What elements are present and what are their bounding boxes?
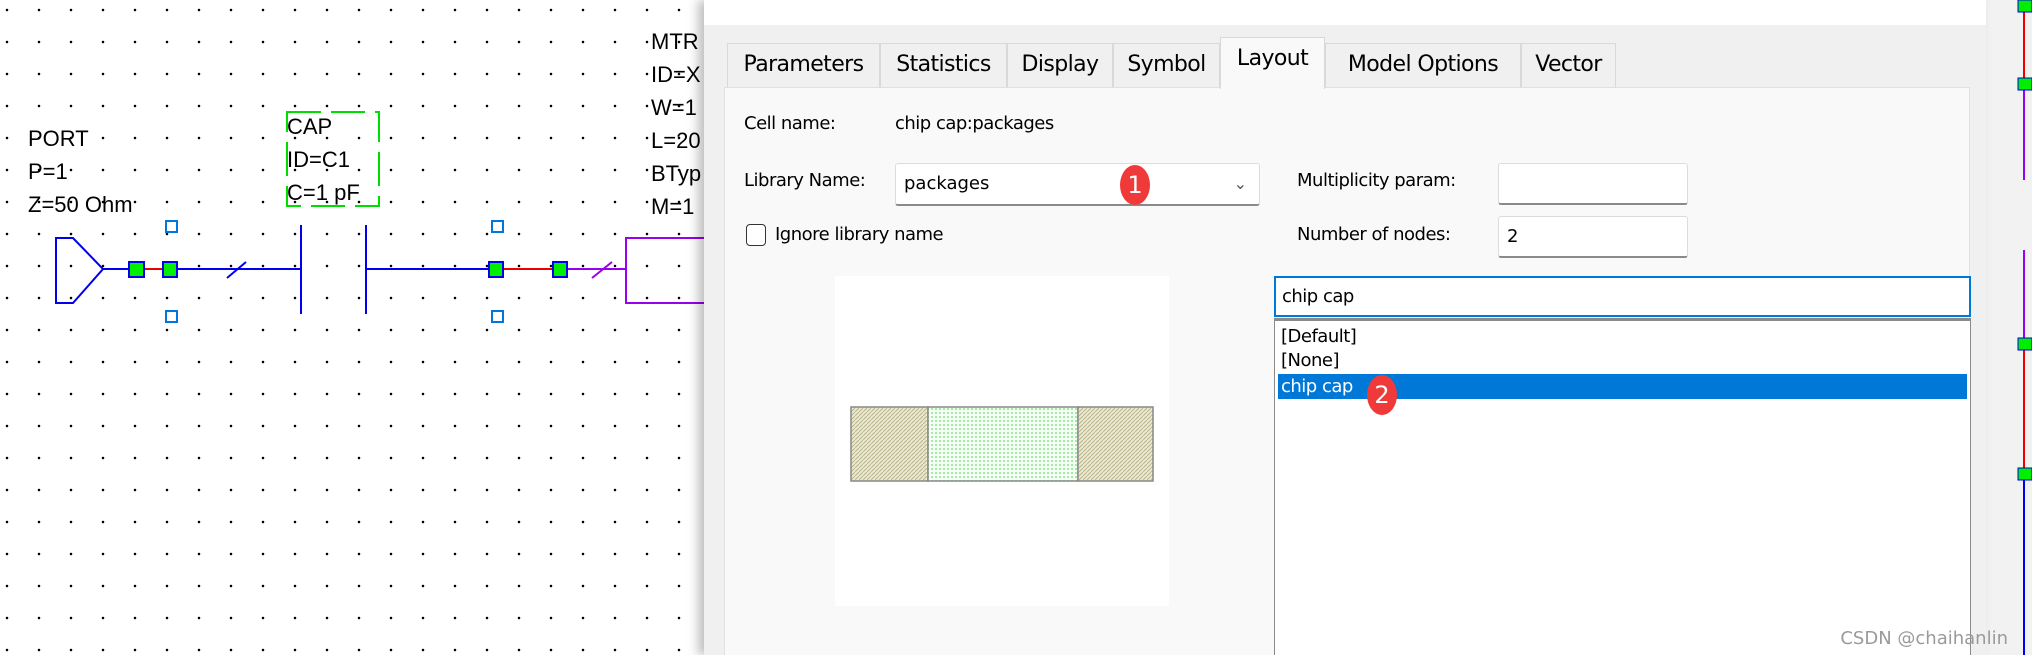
mtrl-param: BTyp xyxy=(651,161,702,186)
port-param: P=1 xyxy=(28,159,68,184)
library-name-label: Library Name: xyxy=(744,170,866,191)
tab-layout[interactable]: Layout xyxy=(1220,37,1325,89)
chevron-down-icon: ⌄ xyxy=(1233,174,1247,193)
nodes-input[interactable]: 2 xyxy=(1498,216,1688,258)
node-marker[interactable] xyxy=(162,261,178,278)
annotation-badge-1: 1 xyxy=(1120,165,1150,205)
chip-cap-footprint xyxy=(850,406,1154,482)
tab-statistics[interactable]: Statistics xyxy=(880,43,1007,88)
element-options-dialog: Parameters Statistics Display Symbol Lay… xyxy=(704,0,1986,655)
node-marker xyxy=(2017,467,2032,481)
multiplicity-input[interactable] xyxy=(1498,163,1688,205)
cap-name: CAP xyxy=(287,114,333,139)
node-marker[interactable] xyxy=(128,261,145,278)
cell-list[interactable]: [Default] [None] chip cap xyxy=(1274,318,1971,655)
node-marker[interactable] xyxy=(488,261,504,278)
footprint-pad-left xyxy=(850,406,929,482)
mtrl-param: ID=X xyxy=(651,62,701,87)
mtrl-name: MTR xyxy=(651,29,699,54)
tab-vector[interactable]: Vector xyxy=(1521,43,1616,88)
ignore-library-label[interactable]: Ignore library name xyxy=(775,224,944,245)
footprint-body xyxy=(927,406,1079,482)
node-marker xyxy=(2017,77,2032,91)
scroll-edge xyxy=(1986,0,2032,655)
library-name-value: packages xyxy=(904,173,990,194)
footprint-pad-right xyxy=(1077,406,1154,482)
tab-display[interactable]: Display xyxy=(1007,43,1113,88)
mtrl-param: W=1 xyxy=(651,95,697,120)
port-symbol[interactable] xyxy=(55,237,105,304)
cap-param: ID=C1 xyxy=(287,147,350,172)
selection-handle[interactable] xyxy=(165,310,178,323)
selection-handle[interactable] xyxy=(491,310,504,323)
cell-name-label: Cell name: xyxy=(744,113,836,134)
multiplicity-label: Multiplicity param: xyxy=(1297,170,1456,191)
mtrl-label: MTR ID=X W=1 L=20 BTyp M=1 xyxy=(651,25,701,223)
tab-parameters[interactable]: Parameters xyxy=(727,43,880,88)
node-marker xyxy=(2017,337,2032,351)
mtrl-param: M=1 xyxy=(651,194,695,219)
annotation-badge-2: 2 xyxy=(1367,375,1397,415)
watermark: CSDN @chaihanlin xyxy=(1840,628,2008,649)
dialog-title-bar[interactable] xyxy=(704,0,1986,25)
list-item-none[interactable]: [None] xyxy=(1278,348,1967,373)
cell-search-input[interactable]: chip cap xyxy=(1274,276,1971,317)
selection-handle[interactable] xyxy=(491,220,504,233)
ignore-library-checkbox[interactable] xyxy=(746,224,766,246)
cell-name-value: chip cap:packages xyxy=(895,113,1054,134)
node-marker[interactable] xyxy=(552,261,568,278)
port-param: Z=50 Ohm xyxy=(28,192,133,217)
selection-handle[interactable] xyxy=(165,220,178,233)
tab-symbol[interactable]: Symbol xyxy=(1113,43,1220,88)
port-name: PORT xyxy=(28,126,89,151)
nodes-label: Number of nodes: xyxy=(1297,224,1451,245)
library-name-dropdown[interactable]: packages ⌄ xyxy=(895,163,1260,206)
layout-preview xyxy=(835,276,1169,606)
layout-tab-panel: Cell name: chip cap:packages Library Nam… xyxy=(724,87,1971,655)
list-item-default[interactable]: [Default] xyxy=(1278,324,1967,349)
node-marker xyxy=(2017,0,2032,13)
tab-model-options[interactable]: Model Options xyxy=(1325,43,1521,88)
mtrl-param: L=20 xyxy=(651,128,701,153)
cap-label: CAP ID=C1 C=1 pF xyxy=(287,110,360,209)
cap-param: C=1 pF xyxy=(287,180,360,205)
port-label: PORT P=1 Z=50 Ohm xyxy=(28,122,133,221)
